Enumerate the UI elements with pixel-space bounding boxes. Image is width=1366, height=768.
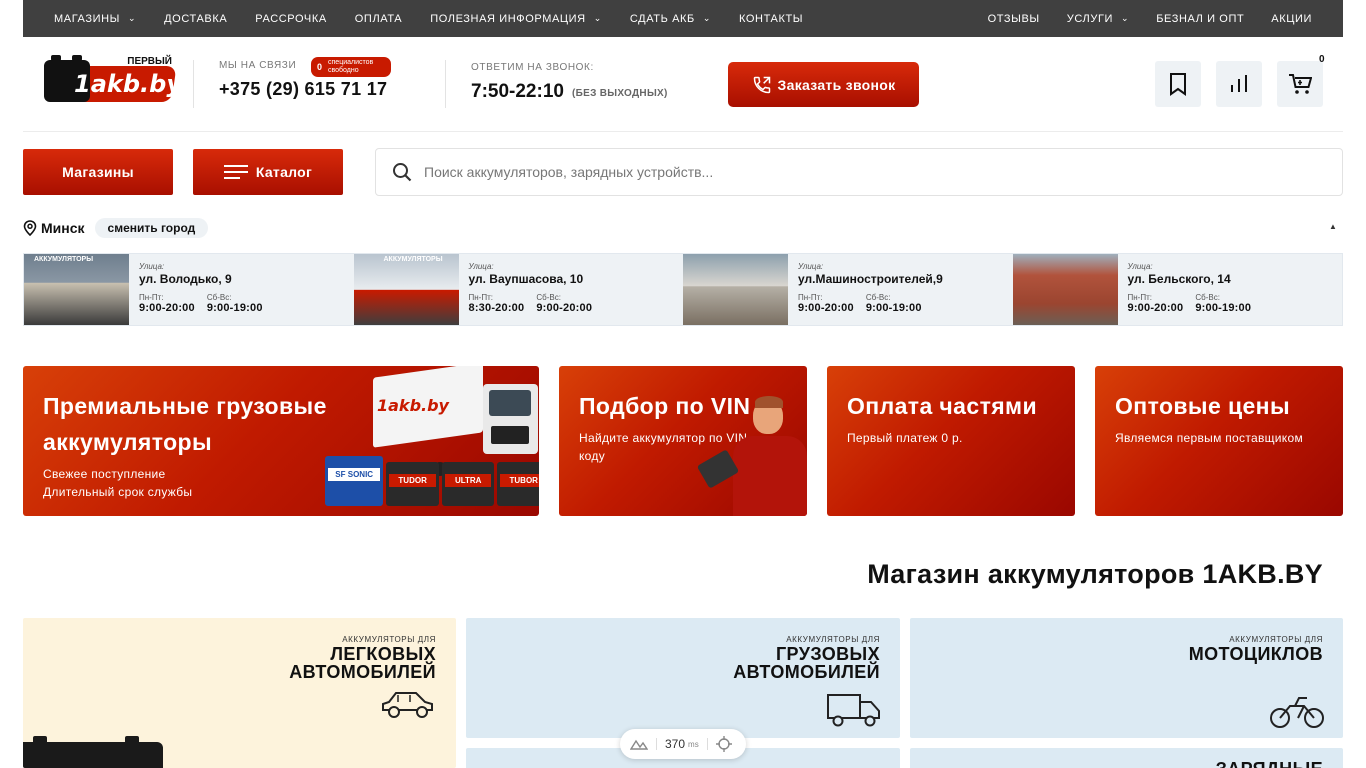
nav-item-left-2[interactable]: РАССРОЧКА [255, 13, 326, 25]
top-navigation: МАГАЗИНЫ ⌄ ДОСТАВКА РАССРОЧКА ОПЛАТА ПОЛЕЗНАЯ… [23, 0, 1343, 37]
performance-widget[interactable]: 370 ms [620, 729, 746, 759]
promo-title: Оптовые цены [1115, 393, 1291, 419]
car-icon [382, 692, 433, 718]
store-sign: АККУМУЛЯТОРЫ [34, 256, 94, 263]
catalog-button[interactable]: Каталог [193, 149, 343, 195]
promo-wholesale[interactable]: Оптовые цены Являемся первым поставщиком [1095, 366, 1343, 516]
nav-item-left-4[interactable]: ПОЛЕЗНАЯ ИНФОРМАЦИЯ ⌄ [430, 13, 602, 25]
store-sign: АККУМУЛЯТОРЫ [383, 256, 443, 263]
specialists-count: 0 [317, 62, 323, 72]
search-input[interactable] [424, 164, 1224, 180]
category-motorcycles[interactable]: АККУМУЛЯТОРЫ ДЛЯ МОТОЦИКЛОВ [910, 618, 1343, 738]
menu-icon [223, 165, 248, 179]
crosshair-icon [715, 736, 732, 752]
stores-list: АККУМУЛЯТОРЫ Улица: ул. Володько, 9 Пн-Пт: 9… [23, 253, 1343, 326]
section-title: Магазин аккумуляторов 1AKB.BY [867, 559, 1323, 589]
promo-title: Премиальные грузовые [43, 393, 327, 419]
store-address: ул. Бельского, 14 [1127, 272, 1231, 286]
battery-image: ULTRA [441, 462, 495, 506]
battery-image: TUBOR [497, 462, 539, 506]
nav-item-right-0[interactable]: ОТЗЫВЫ [988, 13, 1040, 25]
city-selector: Минск сменить город [23, 218, 209, 238]
store-photo [683, 254, 788, 325]
car-battery-image [23, 736, 163, 768]
store-schedule: Пн-Пт: 9:00-20:00 Сб-Вс: 9:00-19:00 [139, 293, 263, 314]
cart-count: 0 [1319, 54, 1325, 65]
battery-image: SF SONIC [325, 456, 384, 506]
store-card[interactable]: АККУМУЛЯТОРЫ Улица: ул. Володько, 9 Пн-Пт: 9… [24, 254, 354, 325]
store-schedule: Пн-Пт: 9:00-20:00 Сб-Вс: 9:00-19:00 [798, 293, 922, 314]
hours-note: (БЕЗ ВЫХОДНЫХ) [572, 88, 668, 99]
phone-call-icon [753, 76, 770, 93]
store-address: ул.Машиностроителей,9 [798, 272, 943, 286]
nav-item-left-6[interactable]: КОНТАКТЫ [739, 13, 803, 25]
nav-item-right-1[interactable]: УСЛУГИ ⌄ [1067, 13, 1129, 25]
phone-number[interactable]: +375 (29) 615 71 17 [219, 79, 387, 100]
battery-image: TUDOR [386, 462, 439, 506]
location-pin-icon [23, 220, 37, 236]
nav-item-right-3[interactable]: АКЦИИ [1271, 13, 1312, 25]
motorcycle-icon [1270, 697, 1324, 728]
nav-item-left-5[interactable]: СДАТЬ АКБ ⌄ [630, 13, 711, 25]
store-card[interactable]: Улица: ул.Машиностроителей,9 Пн-Пт: 9:00-20… [683, 254, 1013, 325]
category-cars[interactable]: АККУМУЛЯТОРЫ ДЛЯ ЛЕГКОВЫХ АВТОМОБИЛЕЙ [23, 618, 456, 768]
site-logo[interactable]: ПЕРВЫЙ 1akb.by [44, 48, 182, 104]
battery-lineup: SF SONIC TUDOR ULTRA TUBOR [325, 454, 539, 506]
nav-item-left-0[interactable]: МАГАЗИНЫ ⌄ [54, 13, 136, 25]
mechanic-illustration [696, 396, 807, 516]
specialists-badge: 0 специалистов свободно [311, 57, 391, 77]
contact-label: МЫ НА СВЯЗИ [219, 60, 297, 71]
promo-pay-in-parts[interactable]: Оплата частями Первый платеж 0 р. [827, 366, 1075, 516]
nav-item-right-2[interactable]: БЕЗНАЛ И ОПТ [1156, 13, 1244, 25]
compare-button[interactable] [1216, 61, 1262, 107]
search-icon[interactable] [392, 162, 412, 182]
truck-icon [827, 694, 880, 727]
store-address: ул. Ваупшасова, 10 [468, 272, 584, 286]
chevron-down-icon: ⌄ [593, 13, 602, 23]
mountain-icon [630, 739, 648, 750]
promo-truck-batteries[interactable]: Премиальные грузовые аккумуляторы Свежее … [23, 366, 539, 516]
nav-item-left-1[interactable]: ДОСТАВКА [164, 13, 227, 25]
working-hours: 7:50-22:10 [471, 81, 564, 102]
response-time: 370 [665, 737, 686, 751]
store-photo: АККУМУЛЯТОРЫ [353, 254, 459, 325]
bookmark-icon [1170, 73, 1186, 96]
stores-button[interactable]: Магазины [23, 149, 173, 195]
promo-vin-selection[interactable]: Подбор по VIN Найдите аккумулятор по VIN… [559, 366, 807, 516]
change-city-button[interactable]: сменить город [94, 218, 209, 238]
promo-title: Оплата частями [847, 393, 1038, 419]
category-chargers[interactable]: ЗАРЯДНЫЕ [910, 748, 1343, 768]
cart-icon [1289, 74, 1312, 94]
store-card[interactable]: АККУМУЛЯТОРЫ Улица: ул. Ваупшасова, 10 Пн-П… [353, 254, 684, 325]
store-schedule: Пн-Пт: 8:30-20:00 Сб-Вс: 9:00-20:00 [468, 293, 593, 314]
store-photo: АККУМУЛЯТОРЫ [24, 254, 129, 325]
store-photo [1012, 254, 1118, 325]
chevron-down-icon: ⌄ [1121, 13, 1130, 23]
chevron-down-icon: ⌄ [702, 13, 711, 23]
compare-chart-icon [1231, 75, 1247, 92]
nav-item-left-3[interactable]: ОПЛАТА [355, 13, 402, 25]
cart-button[interactable] [1277, 61, 1323, 107]
city-name: Минск [41, 220, 85, 236]
store-address: ул. Володько, 9 [139, 272, 232, 286]
page: МАГАЗИНЫ ⌄ ДОСТАВКА РАССРОЧКА ОПЛАТА ПОЛЕЗНАЯ… [0, 0, 1366, 768]
store-schedule: Пн-Пт: 9:00-20:00 Сб-Вс: 9:00-19:00 [1127, 293, 1252, 314]
top-nav-left: МАГАЗИНЫ ⌄ ДОСТАВКА РАССРОЧКА ОПЛАТА ПОЛЕЗНАЯ… [54, 13, 831, 25]
logo-text: 1akb.by [74, 70, 182, 98]
collapse-icon[interactable]: ▲ [1329, 222, 1337, 231]
search-bar [375, 148, 1343, 196]
favorites-button[interactable] [1155, 61, 1201, 107]
category-trucks[interactable]: АККУМУЛЯТОРЫ ДЛЯ ГРУЗОВЫХ АВТОМОБИЛЕЙ [466, 618, 900, 738]
top-nav-right: ОТЗЫВЫ УСЛУГИ ⌄ БЕЗНАЛ И ОПТ АКЦИИ [961, 13, 1312, 25]
hours-label: ОТВЕТИМ НА ЗВОНОК: [471, 62, 594, 73]
order-call-button[interactable]: Заказать звонок [728, 62, 919, 107]
store-card[interactable]: Улица: ул. Бельского, 14 Пн-Пт: 9:00-20:00 С… [1012, 254, 1343, 325]
chevron-down-icon: ⌄ [127, 13, 137, 23]
